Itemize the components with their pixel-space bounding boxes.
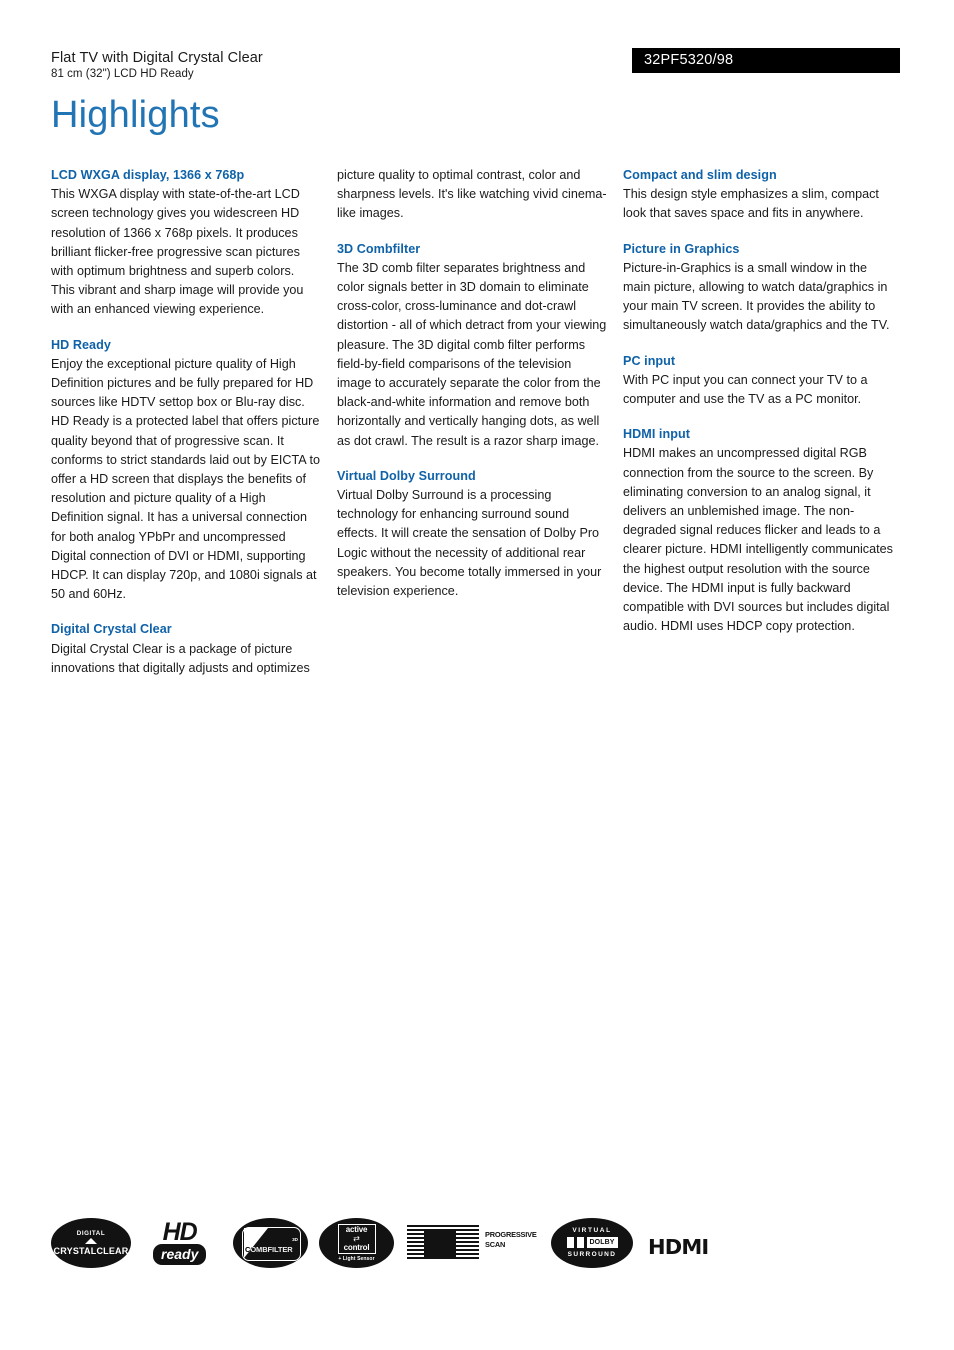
- feature-title: Picture in Graphics: [623, 241, 740, 256]
- dolby-double-d-icon: [566, 1237, 584, 1248]
- dcc-top-label: DIGITAL: [76, 1230, 106, 1237]
- virtual-dolby-ellipse: VIRTUAL DOLBY SURROUND: [551, 1218, 633, 1268]
- feature-body: HDMI makes an uncompressed digital RGB c…: [623, 446, 893, 634]
- dcc-ellipse: DIGITAL CRYSTALCLEAR: [51, 1218, 131, 1268]
- feature-body: This WXGA display with state-of-the-art …: [51, 187, 304, 317]
- virtual-dolby-top-label: VIRTUAL: [572, 1227, 612, 1234]
- feature-digital-crystal-clear: Digital Crystal Clear Digital Crystal Cl…: [51, 620, 321, 678]
- progressive-scan-wrap: PROGRESSIVE SCAN: [407, 1225, 539, 1263]
- feature-title: Compact and slim design: [623, 168, 777, 182]
- feature-lcd-wxga-display: LCD WXGA display, 1366 x 768p This WXGA …: [51, 166, 321, 320]
- feature-hdmi-input: HDMI input HDMI makes an uncompressed di…: [623, 425, 893, 636]
- certification-logo-row: DIGITAL CRYSTALCLEAR HD ready 3D COMBFIL…: [51, 1218, 709, 1280]
- hdmi-label: HDMI: [648, 1235, 709, 1259]
- hd-ready-icon: HD ready: [153, 1218, 207, 1265]
- feature-3d-combfilter: 3D Combfilter The 3D comb filter separat…: [337, 240, 607, 451]
- feature-body: Enjoy the exceptional picture quality of…: [51, 356, 321, 602]
- digital-crystal-clear-icon: DIGITAL CRYSTALCLEAR: [51, 1218, 131, 1268]
- feature-title: Digital Crystal Clear: [51, 622, 172, 637]
- hd-ready-small-label: ready: [153, 1244, 207, 1265]
- hdmi-icon: HDMI: [648, 1235, 709, 1259]
- active-control-line2: control: [343, 1243, 370, 1252]
- active-control-icon: active ⇄ control + Light Sensor: [319, 1218, 394, 1268]
- combfilter-label: COMBFILTER: [245, 1245, 293, 1254]
- combfilter-3d-label: 3D: [292, 1237, 298, 1242]
- feature-title: 3D Combfilter: [337, 241, 421, 256]
- feature-title: PC input: [623, 353, 676, 368]
- dcc-diamond-mark: [80, 1238, 102, 1245]
- feature-title: Virtual Dolby Surround: [337, 468, 476, 483]
- feature-pc-input: PC input With PC input you can connect y…: [623, 352, 893, 410]
- page-header: Flat TV with Digital Crystal Clear 81 cm…: [0, 0, 954, 150]
- feature-body: This design style emphasizes a slim, com…: [623, 187, 879, 221]
- dolby-wordmark: DOLBY: [586, 1237, 618, 1248]
- feature-body: picture quality to optimal contrast, col…: [337, 168, 607, 221]
- dcc-bottom-label: CRYSTALCLEAR: [53, 1246, 129, 1256]
- feature-virtual-dolby-surround: Virtual Dolby Surround Virtual Dolby Sur…: [337, 467, 607, 601]
- feature-column-1: LCD WXGA display, 1366 x 768p This WXGA …: [51, 166, 321, 678]
- feature-body: The 3D comb filter separates brightness …: [337, 260, 607, 448]
- feature-body: Picture-in-Graphics is a small window in…: [623, 260, 890, 333]
- page-title: Highlights: [51, 94, 220, 136]
- product-spec-subtitle: 81 cm (32") LCD HD Ready: [51, 68, 194, 80]
- feature-body: Digital Crystal Clear is a package of pi…: [51, 641, 310, 675]
- feature-title: HDMI input: [623, 427, 690, 442]
- progressive-scan-icon: PROGRESSIVE SCAN: [407, 1225, 539, 1263]
- feature-compact-slim-design: Compact and slim design This design styl…: [623, 166, 893, 224]
- active-control-sublabel: + Light Sensor: [338, 1256, 375, 1262]
- feature-title: HD Ready: [51, 337, 111, 352]
- progressive-scan-block: [424, 1229, 456, 1257]
- product-line-title: Flat TV with Digital Crystal Clear: [51, 50, 263, 66]
- active-control-arrows: ⇄: [353, 1234, 360, 1243]
- virtual-dolby-bottom-label: SURROUND: [567, 1251, 617, 1258]
- feature-digital-crystal-clear-continued: picture quality to optimal contrast, col…: [337, 166, 607, 224]
- feature-hd-ready: HD Ready Enjoy the exceptional picture q…: [51, 336, 321, 605]
- header-title-block: Flat TV with Digital Crystal Clear 81 cm…: [51, 49, 263, 82]
- progressive-scan-label: PROGRESSIVE SCAN: [485, 1230, 537, 1250]
- feature-body: Virtual Dolby Surround is a processing t…: [337, 488, 602, 599]
- virtual-dolby-mid: DOLBY: [551, 1237, 633, 1248]
- feature-column-3: Compact and slim design This design styl…: [623, 166, 893, 678]
- active-control-ellipse: active ⇄ control + Light Sensor: [319, 1218, 394, 1268]
- hd-ready-big-label: HD: [162, 1218, 198, 1246]
- model-number-badge: 32PF5320/98: [632, 48, 900, 73]
- feature-title: LCD WXGA display, 1366 x 768p: [51, 168, 245, 182]
- feature-column-2: picture quality to optimal contrast, col…: [337, 166, 607, 678]
- feature-picture-in-graphics: Picture in Graphics Picture-in-Graphics …: [623, 240, 893, 336]
- progressive-scan-line2: SCAN: [485, 1240, 506, 1249]
- combfilter-ellipse: 3D COMBFILTER: [233, 1218, 308, 1268]
- combfilter-icon: 3D COMBFILTER: [233, 1218, 308, 1268]
- virtual-dolby-surround-icon: VIRTUAL DOLBY SURROUND: [551, 1218, 633, 1268]
- progressive-scan-line1: PROGRESSIVE: [485, 1230, 537, 1239]
- feature-body: With PC input you can connect your TV to…: [623, 372, 868, 407]
- features-columns: LCD WXGA display, 1366 x 768p This WXGA …: [51, 166, 903, 678]
- active-control-line1: active: [345, 1225, 368, 1234]
